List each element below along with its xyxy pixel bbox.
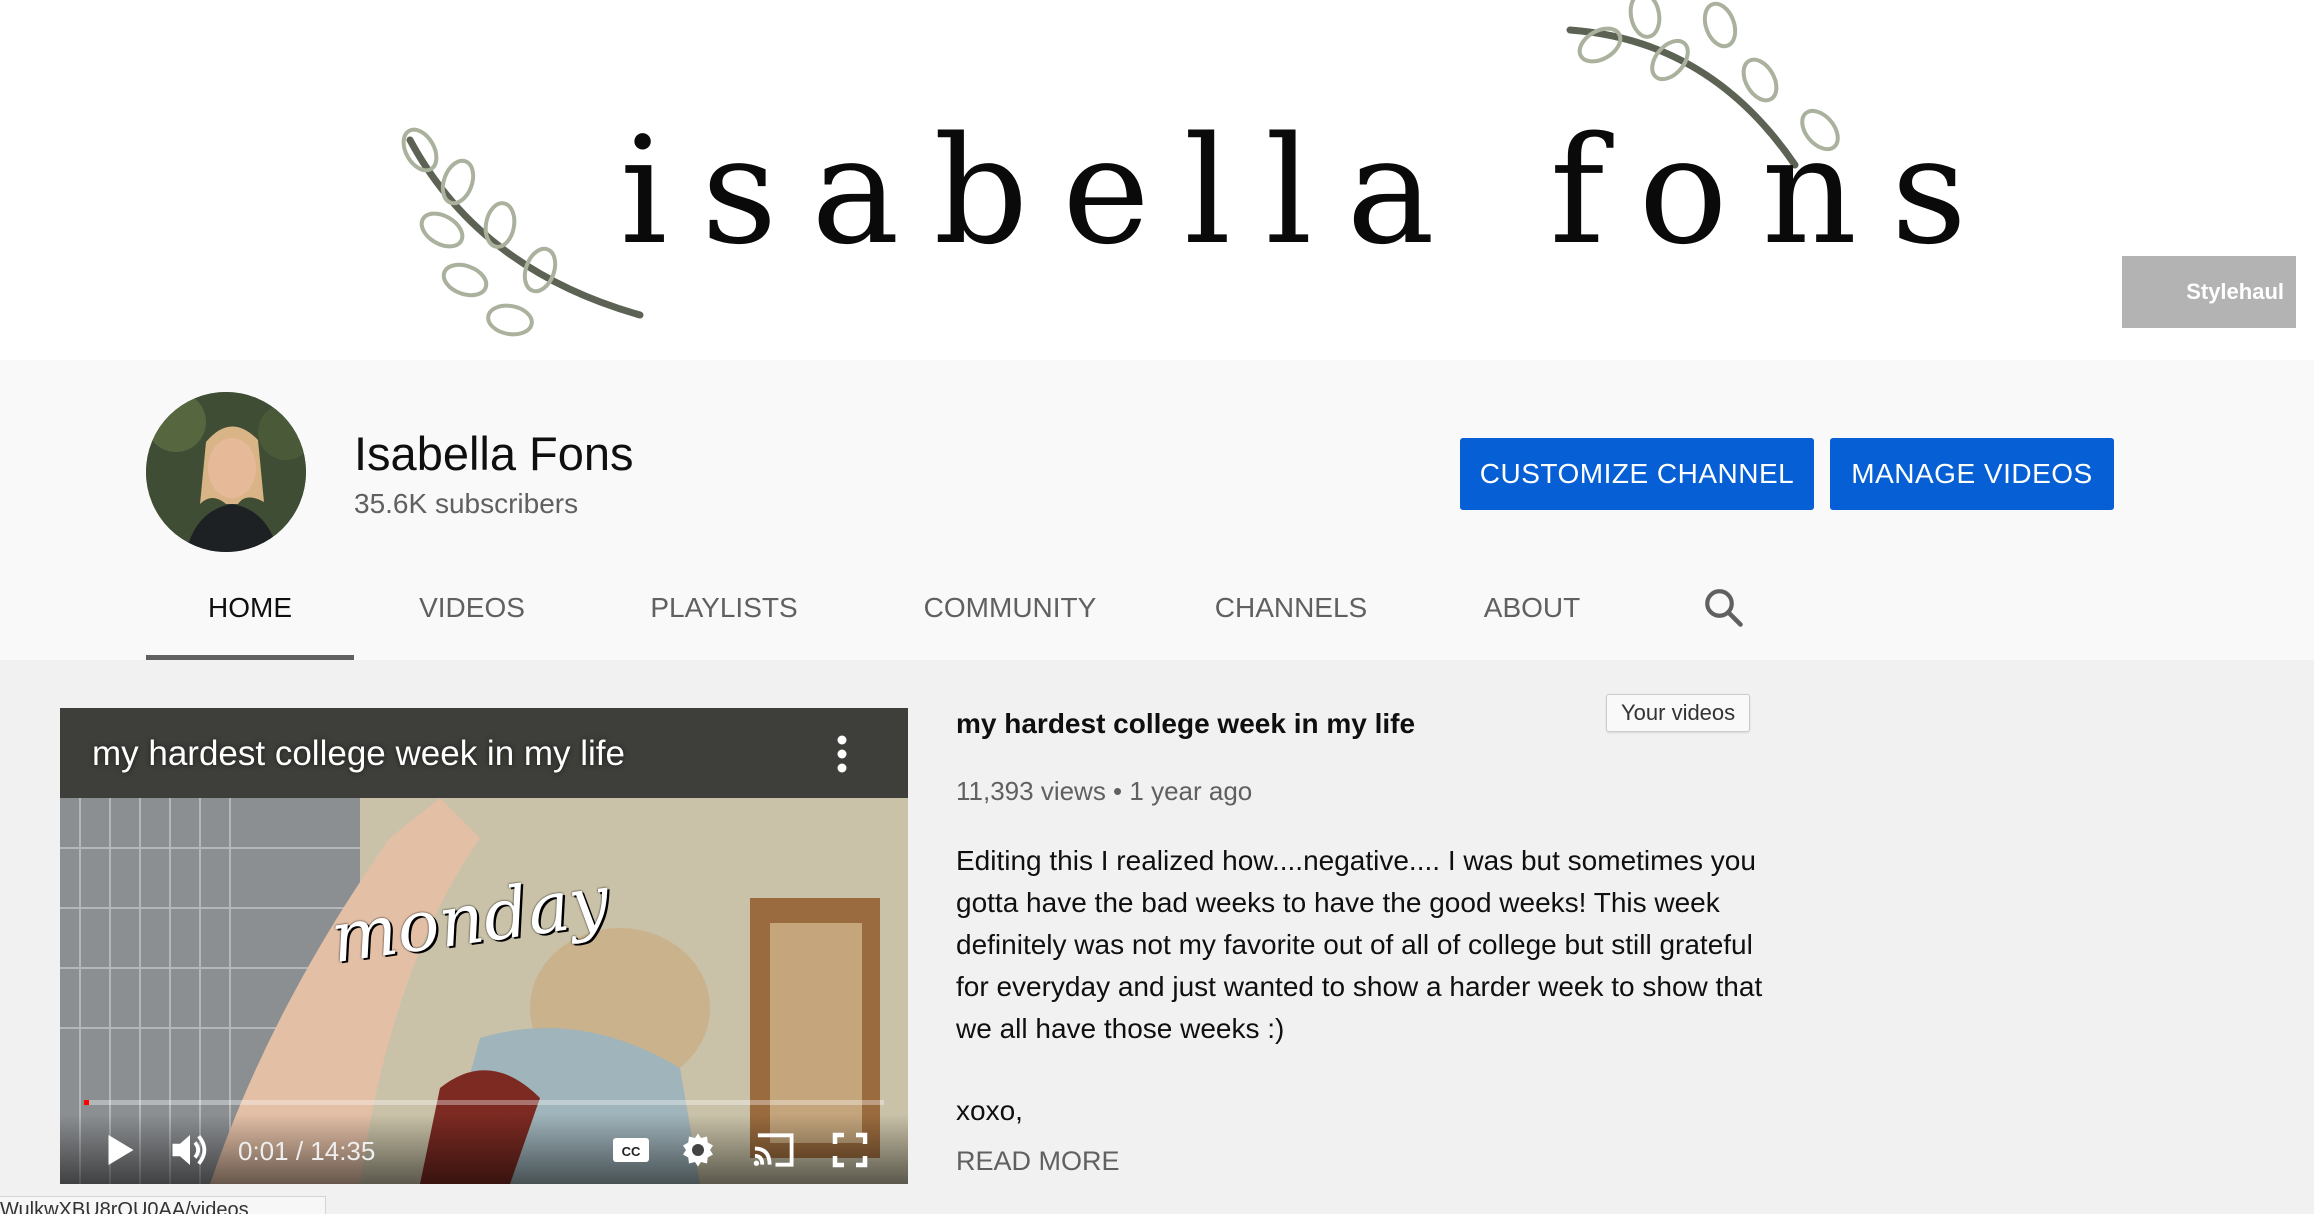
featured-video-title[interactable]: my hardest college week in my life [956, 708, 1415, 740]
tab-community[interactable]: COMMUNITY [890, 556, 1130, 660]
more-options-icon[interactable] [836, 734, 848, 774]
video-description-signoff: xoxo, [956, 1095, 1023, 1126]
fullscreen-icon[interactable] [832, 1132, 868, 1168]
video-description: Editing this I realized how....negative.… [956, 845, 1763, 1044]
video-meta: 11,393 views • 1 year ago [956, 776, 1253, 806]
cast-icon[interactable] [752, 1132, 796, 1168]
tab-about[interactable]: ABOUT [1452, 556, 1612, 660]
customize-channel-button[interactable]: CUSTOMIZE CHANNEL [1460, 438, 1814, 510]
closed-captions-icon[interactable]: CC [612, 1132, 650, 1168]
svg-text:CC: CC [622, 1144, 641, 1159]
featured-video-player[interactable]: my hardest college week in my life monda… [60, 708, 908, 1184]
banner-title: isabella fons [620, 105, 2001, 277]
playback-time: 0:01 / 14:35 [238, 1136, 376, 1166]
progress-bar[interactable] [84, 1100, 884, 1105]
channel-avatar[interactable] [146, 392, 306, 552]
subscriber-count: 35.6K subscribers [354, 488, 579, 519]
tab-videos[interactable]: VIDEOS [386, 556, 558, 660]
settings-gear-icon[interactable] [680, 1132, 716, 1168]
tab-playlists[interactable]: PLAYLISTS [626, 556, 822, 660]
progress-fill [84, 1100, 89, 1105]
player-controls: 0:01 / 14:35 CC [60, 1114, 908, 1184]
channel-watermark[interactable]: Stylehaul [2122, 256, 2296, 328]
channel-name: Isabella Fons [354, 427, 634, 480]
status-bar-url: WulkwXBU8rOU0AA/videos [0, 1196, 326, 1214]
tab-channels[interactable]: CHANNELS [1188, 556, 1394, 660]
channel-banner: isabella fons Stylehaul [0, 0, 2314, 360]
tab-home[interactable]: HOME [146, 556, 354, 660]
play-icon[interactable] [106, 1132, 136, 1168]
avatar-image [146, 392, 306, 552]
read-more-link[interactable]: READ MORE [956, 1146, 1120, 1177]
search-icon[interactable] [1702, 586, 1744, 628]
player-video-title[interactable]: my hardest college week in my life [92, 734, 625, 774]
manage-videos-button[interactable]: MANAGE VIDEOS [1830, 438, 2114, 510]
volume-icon[interactable] [170, 1132, 210, 1168]
your-videos-tooltip: Your videos [1606, 694, 1751, 732]
channel-header: Isabella Fons 35.6K subscribers CUSTOMIZ… [0, 360, 2314, 660]
